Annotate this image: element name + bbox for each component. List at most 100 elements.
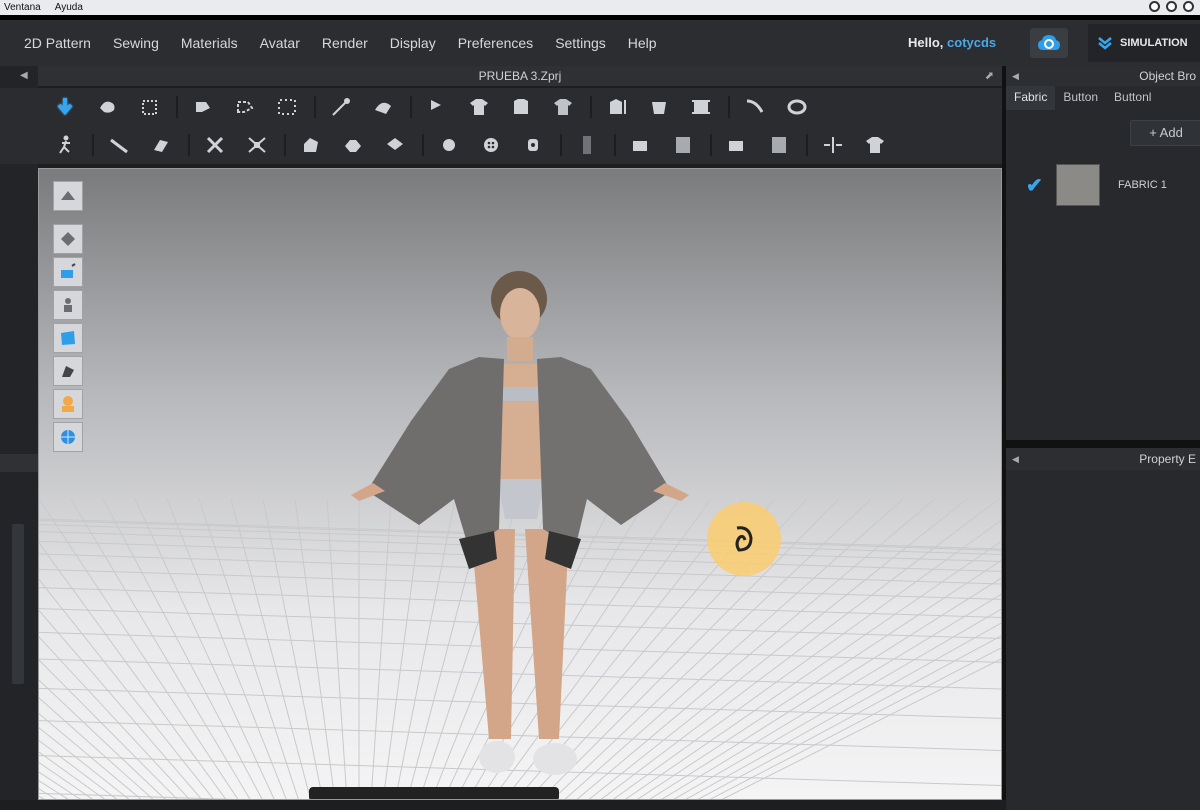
menu-sewing[interactable]: Sewing bbox=[113, 35, 159, 51]
texture-tile-icon[interactable] bbox=[668, 130, 698, 160]
tape-icon[interactable] bbox=[740, 92, 770, 122]
fabric-name: FABRIC 1 bbox=[1118, 179, 1167, 191]
arrange-icon[interactable] bbox=[422, 92, 452, 122]
menu-settings[interactable]: Settings bbox=[555, 35, 606, 51]
shirt-icon[interactable] bbox=[548, 92, 578, 122]
avatar-pose-icon[interactable] bbox=[50, 130, 80, 160]
collapse-arrow-icon[interactable]: ◀ bbox=[20, 70, 28, 81]
greeting: Hello, cotycds bbox=[908, 35, 996, 50]
garment-fit-icon[interactable] bbox=[764, 130, 794, 160]
menu-display[interactable]: Display bbox=[390, 35, 436, 51]
username[interactable]: cotycds bbox=[947, 35, 996, 50]
cursor-highlight bbox=[707, 502, 781, 576]
sewing-machine-icon[interactable] bbox=[644, 92, 674, 122]
toolbar-separator bbox=[176, 96, 178, 118]
toolbar-separator bbox=[560, 134, 562, 156]
left-scrollbar[interactable] bbox=[12, 524, 24, 684]
kimono-left-panel bbox=[367, 357, 504, 549]
display-mode-icon[interactable] bbox=[53, 181, 83, 211]
avatar-fit-icon[interactable] bbox=[860, 130, 890, 160]
avatar-face-icon[interactable] bbox=[53, 389, 83, 419]
toolbar-separator bbox=[806, 134, 808, 156]
sew-icon[interactable] bbox=[602, 92, 632, 122]
fabric-list-item[interactable]: ✔ FABRIC 1 bbox=[1006, 160, 1200, 210]
cloud-button[interactable] bbox=[1030, 28, 1068, 58]
spool-icon[interactable] bbox=[686, 92, 716, 122]
tab-buttonhole[interactable]: Buttonl bbox=[1106, 86, 1159, 110]
box-select-icon[interactable] bbox=[134, 92, 164, 122]
avatar-fit-icon[interactable] bbox=[53, 224, 83, 254]
menu-preferences[interactable]: Preferences bbox=[458, 35, 533, 51]
globe-icon[interactable] bbox=[53, 422, 83, 452]
os-menu-bar: Ventana Ayuda bbox=[0, 0, 1200, 15]
toolbar-row-2 bbox=[0, 126, 1002, 164]
tab-button[interactable]: Button bbox=[1055, 86, 1106, 110]
texture-icon[interactable] bbox=[626, 130, 656, 160]
select-arrow-icon[interactable] bbox=[50, 92, 80, 122]
topstitch-icon[interactable] bbox=[572, 130, 602, 160]
toolbar-separator bbox=[590, 96, 592, 118]
hand-move-icon[interactable] bbox=[92, 92, 122, 122]
tab-fabric[interactable]: Fabric bbox=[1006, 86, 1056, 110]
expand-window-icon[interactable]: ⬈ bbox=[985, 66, 994, 86]
object-browser-header: ◀ Object Bro bbox=[1006, 66, 1200, 86]
add-fabric-button[interactable]: + Add bbox=[1130, 120, 1200, 146]
menu-help[interactable]: Help bbox=[628, 35, 657, 51]
button-icon[interactable] bbox=[380, 130, 410, 160]
os-menu-ventana[interactable]: Ventana bbox=[4, 2, 41, 13]
flip-icon[interactable] bbox=[818, 130, 848, 160]
rotate-cursor-icon bbox=[735, 526, 753, 552]
seam-icon[interactable] bbox=[242, 130, 272, 160]
fold-arrange-icon[interactable] bbox=[338, 130, 368, 160]
settings-icon[interactable] bbox=[1183, 1, 1194, 12]
shirt-back-icon[interactable] bbox=[506, 92, 536, 122]
ring-icon[interactable] bbox=[782, 92, 812, 122]
zipper-icon[interactable] bbox=[476, 130, 506, 160]
toolbar-row-1 bbox=[0, 88, 1002, 126]
pin-icon[interactable] bbox=[326, 92, 356, 122]
viewport-title-bar: PRUEBA 3.Zprj ⬈ bbox=[38, 66, 1002, 86]
tack-icon[interactable] bbox=[146, 130, 176, 160]
puckering-icon[interactable] bbox=[296, 130, 326, 160]
avatar-show-icon[interactable] bbox=[53, 290, 83, 320]
eye-icon[interactable] bbox=[1149, 1, 1160, 12]
object-browser-tabs: Fabric Button Buttonl bbox=[1006, 86, 1200, 110]
menu-2d-pattern[interactable]: 2D Pattern bbox=[24, 35, 91, 51]
pattern-edit-icon[interactable] bbox=[188, 92, 218, 122]
fold-icon[interactable] bbox=[368, 92, 398, 122]
property-editor-title: Property E bbox=[1139, 452, 1196, 466]
avatar-right-shoe bbox=[533, 743, 577, 775]
collapse-arrow-icon[interactable]: ◀ bbox=[1012, 448, 1019, 470]
buttonhole-icon[interactable] bbox=[434, 130, 464, 160]
measure-icon[interactable] bbox=[104, 130, 134, 160]
symmetry-icon[interactable] bbox=[722, 130, 752, 160]
check-icon[interactable]: ✔ bbox=[1026, 173, 1044, 198]
os-menu-ayuda[interactable]: Ayuda bbox=[55, 2, 83, 13]
3d-viewport[interactable] bbox=[38, 168, 1002, 800]
toolbar-separator bbox=[188, 134, 190, 156]
status-icon[interactable] bbox=[1166, 1, 1177, 12]
trim-icon[interactable] bbox=[518, 130, 548, 160]
shirt-front-icon[interactable] bbox=[464, 92, 494, 122]
toolbar-separator bbox=[410, 96, 412, 118]
shade-mode-icon[interactable] bbox=[53, 356, 83, 386]
toolbar-separator bbox=[728, 96, 730, 118]
pattern-points-icon[interactable] bbox=[230, 92, 260, 122]
left-pane-header bbox=[0, 454, 38, 472]
menu-avatar[interactable]: Avatar bbox=[260, 35, 300, 51]
cut-icon[interactable] bbox=[200, 130, 230, 160]
simulation-button[interactable]: SIMULATION bbox=[1088, 24, 1200, 62]
menu-materials[interactable]: Materials bbox=[181, 35, 238, 51]
toolbar-separator bbox=[614, 134, 616, 156]
pattern-grid-icon[interactable] bbox=[272, 92, 302, 122]
collapse-arrow-icon[interactable]: ◀ bbox=[1012, 66, 1019, 86]
menu-bar: 2D Pattern Sewing Materials Avatar Rende… bbox=[0, 20, 1200, 66]
menu-render[interactable]: Render bbox=[322, 35, 368, 51]
color-fabric-icon[interactable] bbox=[53, 257, 83, 287]
kimono-right-panel bbox=[537, 357, 671, 549]
avatar-left-shoe bbox=[479, 741, 515, 773]
texture-view-icon[interactable] bbox=[53, 323, 83, 353]
simulation-icon bbox=[1098, 37, 1112, 50]
toolbar-separator bbox=[422, 134, 424, 156]
fabric-swatch bbox=[1056, 164, 1100, 206]
